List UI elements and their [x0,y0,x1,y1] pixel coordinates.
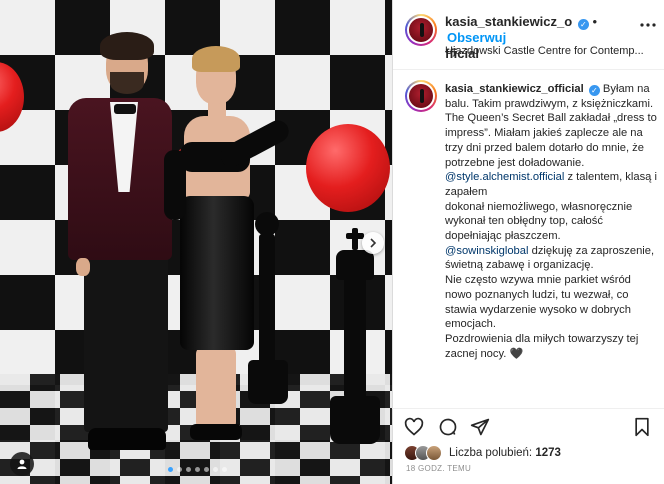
username-link[interactable]: kasia_stankiewicz_o [445,14,572,29]
man-shoes [88,428,166,450]
carousel-dot [204,467,209,472]
carousel-dot [177,467,182,472]
post-header: kasia_stankiewicz_o ✓ • Obserwuj fficial… [393,0,664,70]
post-timestamp: 18 GODZ. TEMU [406,464,472,473]
woman-heels [190,424,242,440]
chess-king-head [336,250,374,280]
send-icon[interactable] [470,417,490,437]
red-balloon [306,124,390,212]
chess-king-cross [352,228,358,250]
follow-button[interactable]: Obserwuj [447,30,506,45]
location-link[interactable]: Ujazdowski Castle Centre for Contemp... [445,45,657,57]
avatar[interactable] [405,14,437,46]
likes-label: Liczba polubień: [449,447,533,459]
caption-paragraph: The Queen’s Secret Ball zakładał „dress … [445,112,657,169]
more-horizontal-icon[interactable] [640,14,656,32]
caption-section: kasia_stankiewicz_official ✓ Byłam na ba… [393,70,664,402]
user-tag-icon[interactable] [10,452,34,476]
caption-text: kasia_stankiewicz_official ✓ Byłam na ba… [445,82,657,361]
man-bow-tie [114,104,136,114]
carousel-dot [186,467,191,472]
man-hair [100,32,154,60]
chess-king-cross [346,233,364,239]
woman-legs [196,346,236,430]
red-balloon [0,62,24,132]
likes-row: Liczba polubień: 1273 [404,444,561,462]
woman-hair [192,46,240,72]
chess-king-base [330,396,380,444]
post-photo[interactable] [0,0,392,484]
bookmark-icon[interactable] [632,417,652,437]
chevron-right-icon[interactable] [362,232,384,254]
carousel-dot [168,467,173,472]
chess-pawn-head [255,212,279,236]
man-beard [110,72,144,94]
caption-paragraph: Pozdrowienia dla miłych towarzyszy tej z… [445,332,639,360]
carousel-dot [222,467,227,472]
liker-avatars[interactable] [404,445,442,461]
comment-icon[interactable] [438,417,458,437]
caption-paragraph: dokonał niemożliwego, własnoręcznie wyko… [445,200,633,243]
caption-username[interactable]: kasia_stankiewicz_official [445,83,584,95]
caption-paragraph: Nie często wzywa mnie parkiet wśród nowo… [445,274,631,331]
carousel-dot [195,467,200,472]
chess-pawn-base [248,360,288,404]
woman-glove [164,150,186,220]
action-bar [392,408,664,438]
chess-king-body [344,278,366,398]
carousel-dot [213,467,218,472]
man-trousers [84,250,168,432]
woman-latex-skirt [180,196,254,350]
black-heart-emoji: 🖤 [509,347,524,360]
chess-pawn-body [259,234,275,364]
likes-number: 1273 [535,447,561,459]
carousel-dots [168,467,227,472]
man-hand [76,258,90,276]
verified-badge-icon: ✓ [577,19,589,30]
separator: • [592,14,598,29]
likes-count[interactable]: Liczba polubień: 1273 [449,447,561,459]
avatar [426,445,442,461]
avatar[interactable] [405,80,437,112]
verified-badge-icon: ✓ [588,85,600,96]
heart-icon[interactable] [404,417,424,437]
mention-link[interactable]: @style.alchemist.official [445,171,564,183]
mention-link[interactable]: @sowinskiglobal [445,245,529,257]
